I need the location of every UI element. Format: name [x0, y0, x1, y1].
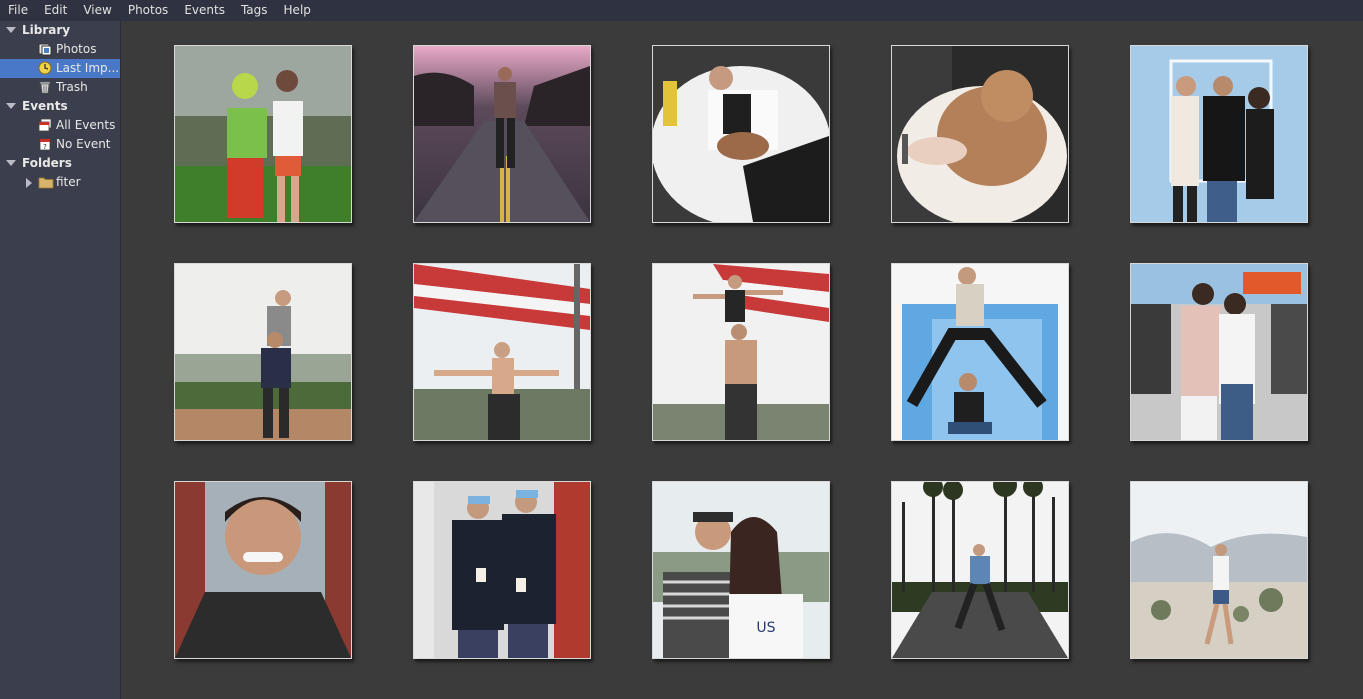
sidebar-item-label: Photos — [56, 42, 97, 56]
sidebar-item-label: fiter — [56, 175, 81, 189]
sidebar-section-events[interactable]: Events — [0, 97, 120, 116]
sidebar-section-label: Events — [22, 99, 68, 113]
menu-photos[interactable]: Photos — [120, 0, 176, 21]
sidebar-item-all-events[interactable]: All Events — [0, 116, 120, 135]
expander-closed-icon[interactable] — [26, 178, 32, 188]
all-events-calendar-icon — [38, 118, 52, 132]
photo-thumbnail[interactable] — [1130, 45, 1308, 223]
photos-icon — [38, 43, 52, 56]
photo-thumbnail[interactable] — [891, 263, 1069, 441]
photo-thumbnail[interactable] — [1130, 263, 1308, 441]
photo-thumbnail[interactable] — [413, 263, 591, 441]
expander-open-icon[interactable] — [6, 103, 16, 109]
trash-icon — [39, 81, 51, 94]
photo-thumbnail[interactable] — [174, 45, 352, 223]
sidebar-section-folders[interactable]: Folders — [0, 154, 120, 173]
menu-events[interactable]: Events — [176, 0, 233, 21]
photo-thumbnail[interactable] — [652, 263, 830, 441]
menu-help[interactable]: Help — [276, 0, 319, 21]
menu-tags[interactable]: Tags — [233, 0, 276, 21]
svg-text:?: ? — [43, 143, 47, 151]
sidebar-section-label: Folders — [22, 156, 72, 170]
sidebar: Library Photos Last Imp... Trash Events — [0, 21, 121, 699]
sidebar-item-folder-fiter[interactable]: fiter — [0, 173, 120, 192]
sidebar-item-label: Last Imp... — [56, 61, 120, 75]
svg-text:US: US — [756, 620, 775, 636]
no-event-calendar-icon: ? — [39, 138, 51, 151]
menu-bar: File Edit View Photos Events Tags Help — [0, 0, 1363, 22]
photo-thumbnail[interactable] — [413, 481, 591, 659]
photo-grid: US — [121, 21, 1363, 699]
sidebar-item-trash[interactable]: Trash — [0, 78, 120, 97]
photo-thumbnail[interactable] — [891, 481, 1069, 659]
menu-file[interactable]: File — [0, 0, 36, 21]
photo-thumbnail[interactable] — [174, 263, 352, 441]
sidebar-item-label: All Events — [56, 118, 116, 132]
menu-edit[interactable]: Edit — [36, 0, 75, 21]
photo-thumbnail[interactable] — [1130, 481, 1308, 659]
last-import-clock-icon — [38, 61, 52, 75]
photo-thumbnail[interactable] — [174, 481, 352, 659]
photo-thumbnail[interactable] — [413, 45, 591, 223]
sidebar-item-last-import[interactable]: Last Imp... — [0, 59, 120, 78]
sidebar-item-label: No Event — [56, 137, 111, 151]
sidebar-section-label: Library — [22, 23, 71, 37]
photo-thumbnail[interactable] — [891, 45, 1069, 223]
sidebar-item-label: Trash — [56, 80, 88, 94]
photo-thumbnail[interactable]: US — [652, 481, 830, 659]
sidebar-section-library[interactable]: Library — [0, 21, 120, 40]
sidebar-item-photos[interactable]: Photos — [0, 40, 120, 59]
expander-open-icon[interactable] — [6, 27, 16, 33]
menu-view[interactable]: View — [75, 0, 119, 21]
photo-thumbnail[interactable] — [652, 45, 830, 223]
sidebar-item-no-event[interactable]: ? No Event — [0, 135, 120, 154]
folder-icon — [38, 177, 54, 189]
expander-open-icon[interactable] — [6, 160, 16, 166]
